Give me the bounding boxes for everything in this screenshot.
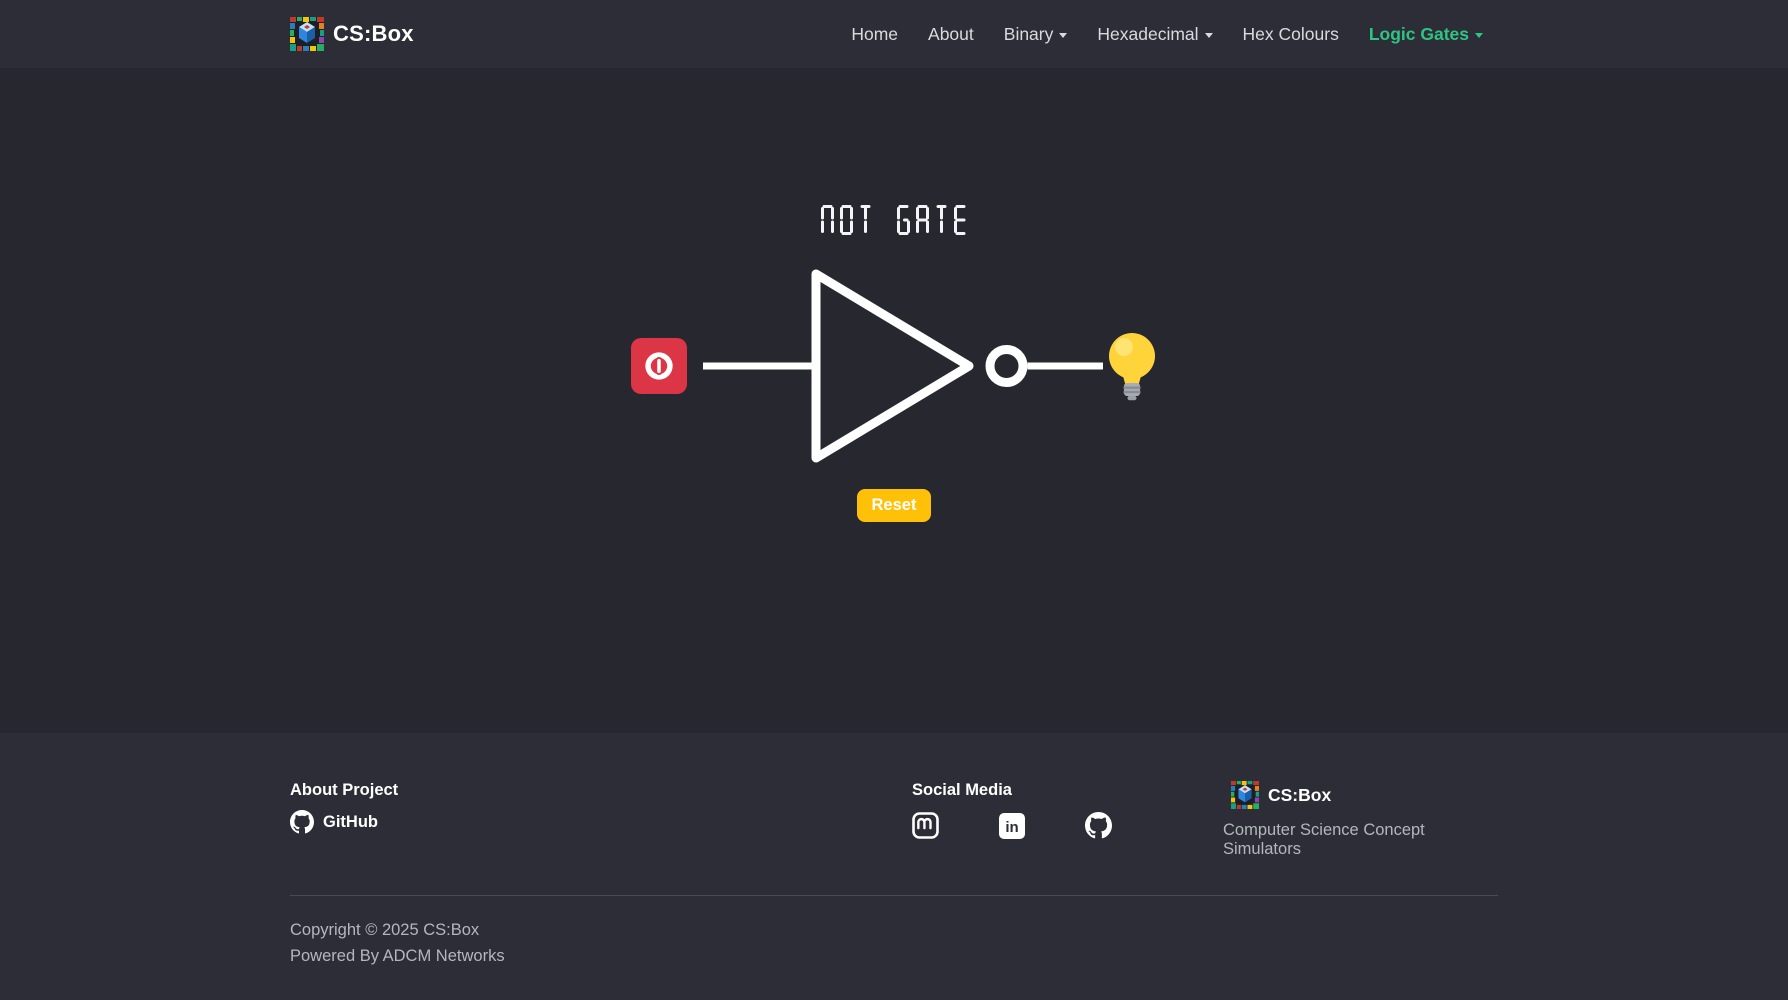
inverter-bubble bbox=[990, 350, 1023, 383]
footer-divider bbox=[290, 895, 1498, 896]
nav-item-hexadecimal-dropdown[interactable]: Hexadecimal bbox=[1082, 24, 1227, 45]
nav-links: Home About Binary Hexadecimal Hex Colour… bbox=[836, 24, 1498, 45]
github-icon[interactable] bbox=[1085, 812, 1112, 839]
footer-brand-name: CS:Box bbox=[1268, 785, 1331, 806]
csbox-logo-icon bbox=[1231, 781, 1259, 809]
social-media-heading: Social Media bbox=[912, 781, 1223, 800]
simulator-section: Reset bbox=[0, 68, 1788, 733]
about-project-heading: About Project bbox=[290, 781, 912, 800]
not-gate-title bbox=[820, 205, 968, 235]
nav-item-logic-gates-dropdown[interactable]: Logic Gates bbox=[1354, 24, 1498, 45]
powered-by-text: Powered By ADCM Networks bbox=[290, 944, 1498, 970]
reset-button[interactable]: Reset bbox=[857, 489, 932, 522]
copyright-text: Copyright © 2025 CS:Box bbox=[290, 918, 1498, 944]
csbox-logo-icon bbox=[290, 17, 324, 51]
footer-tagline: Computer Science Concept Simulators bbox=[1223, 821, 1498, 859]
page-footer: About Project GitHub Social Media bbox=[0, 733, 1788, 1000]
mastodon-icon[interactable] bbox=[912, 812, 939, 839]
power-off-icon bbox=[642, 349, 676, 383]
top-navbar: CS:Box Home About Binary Hexadecimal Hex… bbox=[0, 0, 1788, 68]
chevron-down-icon bbox=[1205, 33, 1213, 38]
nav-item-hex-colours[interactable]: Hex Colours bbox=[1228, 24, 1354, 45]
github-icon bbox=[290, 810, 314, 834]
lightbulb-on-icon bbox=[1107, 329, 1157, 403]
github-project-link[interactable]: GitHub bbox=[290, 810, 912, 834]
footer-brand-link[interactable]: CS:Box bbox=[1231, 781, 1498, 809]
linkedin-icon[interactable]: in bbox=[999, 813, 1025, 839]
chevron-down-icon bbox=[1475, 33, 1483, 38]
nav-item-binary-dropdown[interactable]: Binary bbox=[989, 24, 1083, 45]
social-icons-row: in bbox=[912, 812, 1112, 839]
not-gate-diagram bbox=[631, 266, 1157, 466]
not-gate-symbol bbox=[703, 266, 1103, 466]
nav-item-about[interactable]: About bbox=[913, 24, 989, 45]
input-toggle-button[interactable] bbox=[631, 338, 687, 394]
brand-name: CS:Box bbox=[333, 21, 414, 47]
gate-triangle bbox=[816, 274, 969, 458]
github-link-label: GitHub bbox=[323, 813, 378, 832]
chevron-down-icon bbox=[1059, 33, 1067, 38]
nav-item-home[interactable]: Home bbox=[836, 24, 913, 45]
brand-home-link[interactable]: CS:Box bbox=[290, 17, 414, 51]
svg-text:in: in bbox=[1005, 819, 1018, 836]
